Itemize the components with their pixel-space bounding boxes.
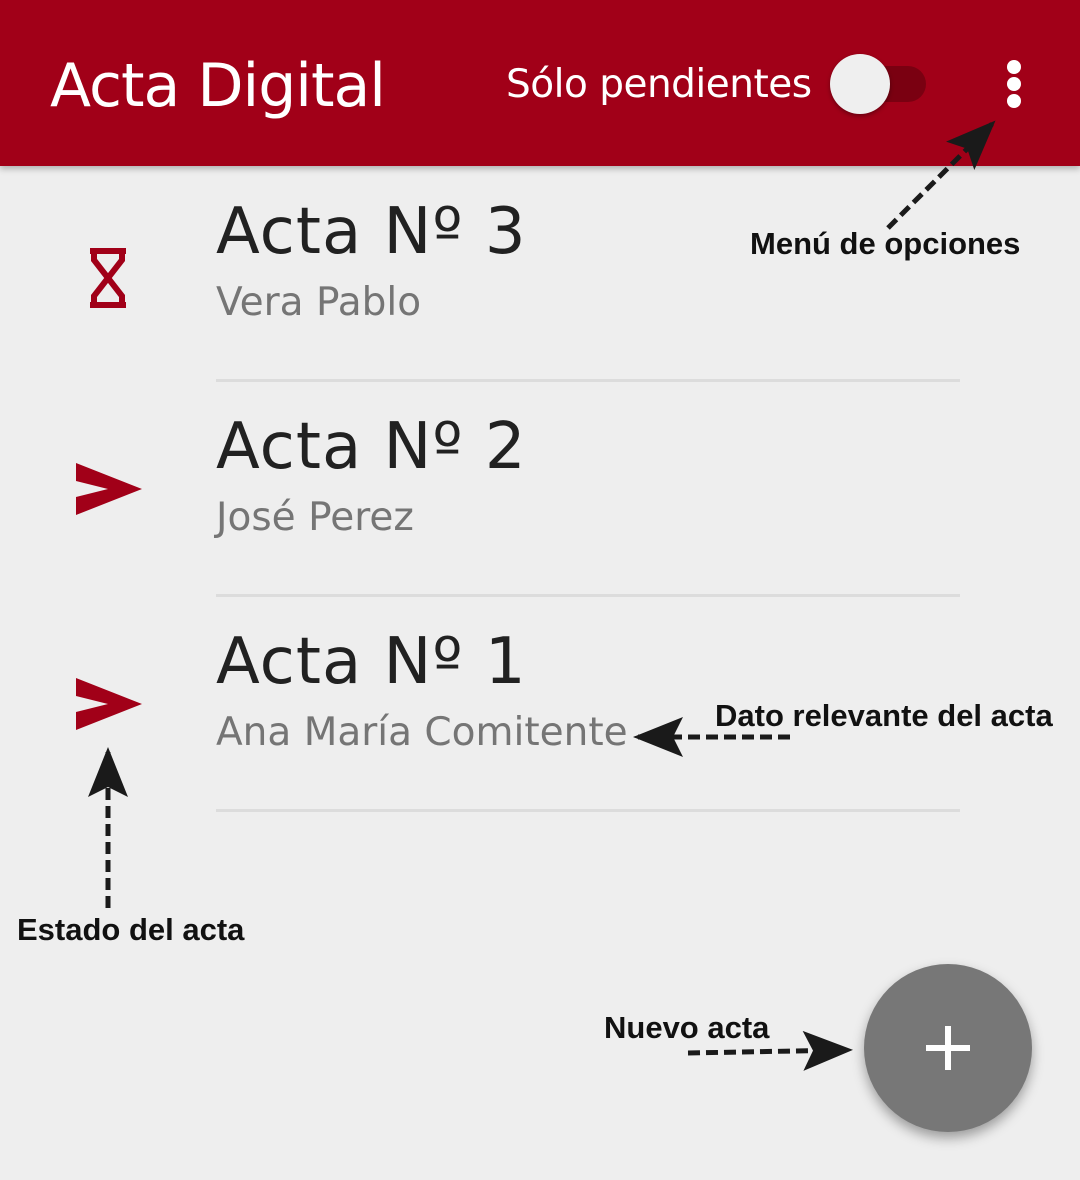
annotation-estado: Estado del acta [17, 912, 245, 947]
pending-only-switch[interactable] [830, 54, 926, 114]
list-item[interactable]: Acta Nº 2 José Perez [0, 381, 1080, 597]
annotation-nuevo: Nuevo acta [604, 1010, 770, 1045]
acta-title: Acta Nº 3 [216, 195, 527, 269]
divider [216, 809, 960, 812]
annotation-menu: Menú de opciones [750, 226, 1021, 261]
list-item[interactable]: Acta Nº 3 Vera Pablo [0, 166, 1080, 382]
more-vert-icon[interactable] [996, 54, 1032, 114]
hourglass-icon [70, 246, 146, 310]
acta-title: Acta Nº 2 [216, 410, 527, 484]
switch-thumb [830, 54, 890, 114]
plus-icon [926, 1026, 970, 1070]
acta-subtitle: Vera Pablo [216, 280, 422, 325]
app-bar: Acta Digital Sólo pendientes [0, 0, 1080, 166]
annotation-dato: Dato relevante del acta [715, 698, 1053, 733]
filter-label: Sólo pendientes [506, 62, 812, 107]
acta-subtitle: José Perez [216, 495, 414, 540]
send-icon [70, 459, 146, 523]
new-acta-button[interactable] [864, 964, 1032, 1132]
arrow-nuevo [687, 1030, 853, 1071]
app-title: Acta Digital [50, 51, 386, 121]
acta-title: Acta Nº 1 [216, 625, 527, 699]
acta-subtitle: Ana María Comitente [216, 710, 628, 755]
send-icon [70, 674, 146, 738]
